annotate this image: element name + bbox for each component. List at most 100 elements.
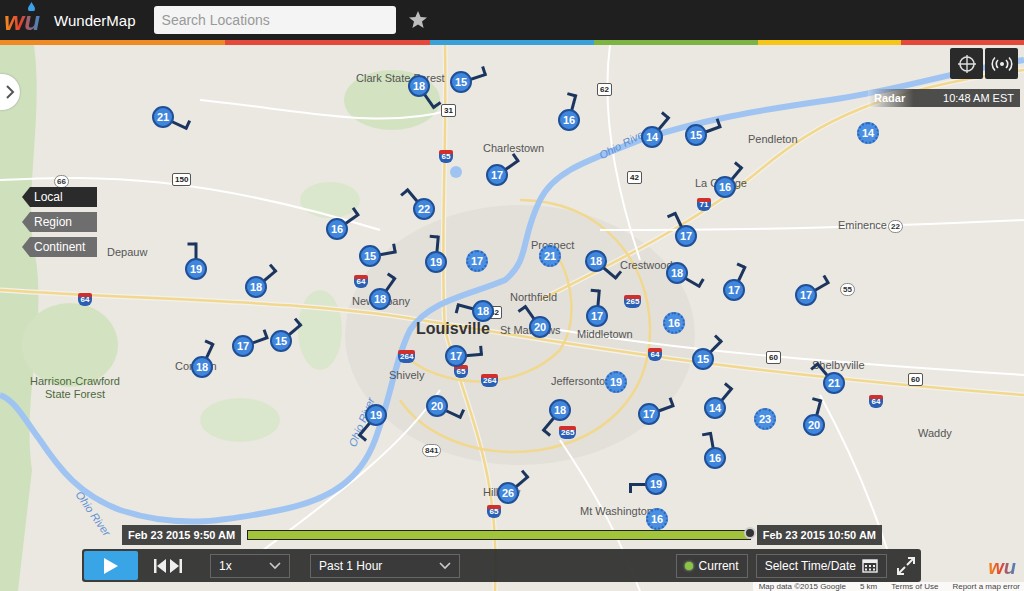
weather-station[interactable]: 15 (270, 330, 292, 352)
wind-speed[interactable]: 17 (466, 250, 488, 272)
wind-speed[interactable]: 20 (803, 414, 825, 436)
scale-button[interactable]: Continent (22, 237, 97, 257)
weather-station[interactable]: 19 (645, 473, 667, 495)
timeline-handle[interactable] (744, 527, 756, 539)
weather-station[interactable]: 14 (857, 122, 879, 144)
current-button[interactable]: Current (676, 554, 748, 578)
weather-station[interactable]: 17 (232, 335, 254, 357)
weather-station[interactable]: 15 (359, 245, 381, 267)
wind-speed[interactable]: 18 (408, 75, 430, 97)
wind-speed[interactable]: 16 (714, 176, 736, 198)
wind-speed[interactable]: 19 (645, 473, 667, 495)
wind-speed[interactable]: 17 (675, 225, 697, 247)
select-time-button[interactable]: Select Time/Date (756, 554, 887, 578)
map[interactable]: Clark State ForestCharlestownPendletonLa… (0, 45, 1024, 591)
wind-speed[interactable]: 15 (270, 330, 292, 352)
step-button[interactable] (146, 551, 190, 580)
wind-speed[interactable]: 18 (666, 262, 688, 284)
weather-station[interactable]: 17 (795, 284, 817, 306)
weather-station[interactable]: 14 (641, 126, 663, 148)
weather-station[interactable]: 16 (558, 109, 580, 131)
wind-speed[interactable]: 21 (823, 372, 845, 394)
wind-speed[interactable]: 15 (359, 245, 381, 267)
star-icon[interactable] (408, 10, 428, 30)
wind-speed[interactable]: 17 (232, 335, 254, 357)
weather-station[interactable]: 19 (185, 258, 207, 280)
weather-station[interactable]: 18 (549, 399, 571, 421)
weather-station[interactable]: 22 (413, 198, 435, 220)
wind-speed[interactable]: 17 (586, 305, 608, 327)
wind-speed[interactable]: 17 (486, 164, 508, 186)
wind-speed[interactable]: 17 (795, 284, 817, 306)
weather-station[interactable]: 18 (666, 262, 688, 284)
wind-speed[interactable]: 20 (529, 316, 551, 338)
skip-icon[interactable] (153, 558, 183, 574)
weather-station[interactable]: 17 (486, 164, 508, 186)
wind-speed[interactable]: 16 (326, 218, 348, 240)
wind-speed[interactable]: 23 (754, 408, 776, 430)
chevron-down-icon[interactable] (439, 562, 451, 570)
weather-station[interactable]: 21 (152, 106, 174, 128)
speed-dropdown[interactable]: 1x (210, 554, 290, 578)
wind-speed[interactable]: 16 (646, 508, 668, 530)
wind-speed[interactable]: 14 (704, 397, 726, 419)
weather-station[interactable]: 17 (723, 279, 745, 301)
weather-station[interactable]: 19 (365, 404, 387, 426)
weather-station[interactable]: 14 (704, 397, 726, 419)
wind-speed[interactable]: 16 (704, 447, 726, 469)
weather-station[interactable]: 17 (638, 403, 660, 425)
wind-speed[interactable]: 16 (558, 109, 580, 131)
wind-speed[interactable]: 17 (723, 279, 745, 301)
weather-station[interactable]: 15 (692, 348, 714, 370)
wind-speed[interactable]: 18 (585, 250, 607, 272)
weather-station[interactable]: 15 (450, 71, 472, 93)
scale-button[interactable]: Region (22, 212, 97, 232)
wind-speed[interactable]: 19 (425, 251, 447, 273)
weather-station[interactable]: 20 (426, 395, 448, 417)
scale-button[interactable]: Local (22, 187, 97, 207)
play-icon[interactable] (103, 557, 119, 575)
wind-speed[interactable]: 22 (413, 198, 435, 220)
chevron-down-icon[interactable] (269, 562, 281, 570)
wind-speed[interactable]: 14 (641, 126, 663, 148)
wind-speed[interactable]: 17 (638, 403, 660, 425)
wind-speed[interactable]: 18 (191, 356, 213, 378)
weather-station[interactable]: 20 (529, 316, 551, 338)
weather-station[interactable]: 18 (191, 356, 213, 378)
wind-speed[interactable]: 15 (685, 124, 707, 146)
wind-speed[interactable]: 19 (605, 371, 627, 393)
wind-speed[interactable]: 18 (549, 399, 571, 421)
weather-station[interactable]: 21 (823, 372, 845, 394)
weather-station[interactable]: 18 (472, 300, 494, 322)
chevron-right-icon[interactable] (5, 85, 15, 99)
weather-station[interactable]: 21 (539, 245, 561, 267)
weather-station[interactable]: 17 (586, 305, 608, 327)
weather-station[interactable]: 17 (466, 250, 488, 272)
weather-station[interactable]: 20 (803, 414, 825, 436)
wind-speed[interactable]: 14 (857, 122, 879, 144)
weather-station[interactable]: 15 (685, 124, 707, 146)
play-button[interactable] (84, 551, 138, 580)
calendar-icon[interactable] (862, 558, 878, 573)
radio-waves-icon[interactable] (991, 56, 1013, 72)
wind-speed[interactable]: 19 (185, 258, 207, 280)
weather-station[interactable]: 18 (408, 75, 430, 97)
weather-station[interactable]: 18 (585, 250, 607, 272)
weather-station[interactable]: 17 (445, 345, 467, 367)
attribution-item[interactable]: Terms of Use (891, 582, 938, 591)
range-dropdown[interactable]: Past 1 Hour (310, 554, 460, 578)
weather-station[interactable]: 16 (326, 218, 348, 240)
wind-speed[interactable]: 18 (472, 300, 494, 322)
locate-button[interactable] (950, 48, 983, 79)
wind-speed[interactable]: 20 (426, 395, 448, 417)
weather-station[interactable]: 26 (497, 482, 519, 504)
weather-station[interactable]: 16 (704, 447, 726, 469)
weather-station[interactable]: 16 (646, 508, 668, 530)
weather-station[interactable]: 17 (675, 225, 697, 247)
weather-station[interactable]: 16 (714, 176, 736, 198)
wind-speed[interactable]: 18 (369, 288, 391, 310)
wind-speed[interactable]: 19 (365, 404, 387, 426)
wind-speed[interactable]: 21 (152, 106, 174, 128)
weather-station[interactable]: 16 (663, 312, 685, 334)
wind-speed[interactable]: 15 (450, 71, 472, 93)
